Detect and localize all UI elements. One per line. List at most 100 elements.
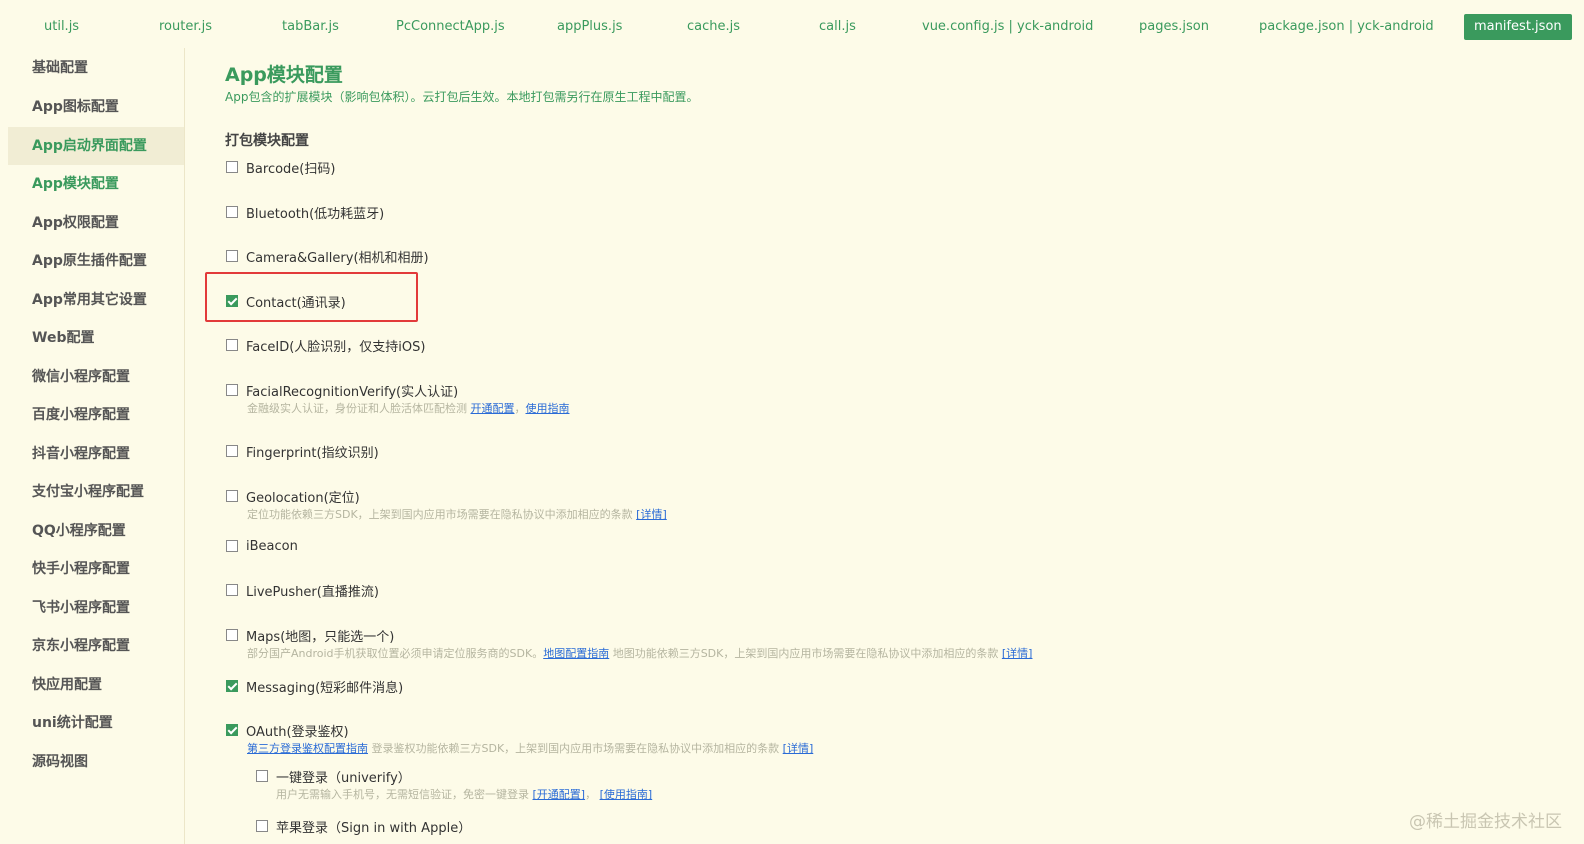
module-univerify[interactable]: 一键登录（univerify）	[256, 766, 411, 786]
module-sign-in-with-apple[interactable]: 苹果登录（Sign in with Apple）	[256, 816, 471, 836]
link-details[interactable]: [详情]	[636, 508, 667, 521]
sidebar-item-uni-stat[interactable]: uni统计配置	[8, 704, 184, 742]
checkbox-checked[interactable]	[226, 724, 238, 736]
sidebar-item-app-other-settings[interactable]: App常用其它设置	[8, 281, 184, 319]
link-activate-config[interactable]: [开通配置]	[533, 788, 586, 801]
sidebar-item-jd-mp[interactable]: 京东小程序配置	[8, 627, 184, 665]
sidebar-item-quickapp[interactable]: 快应用配置	[8, 666, 184, 704]
module-label: Geolocation(定位)	[246, 490, 360, 506]
checkbox[interactable]	[226, 161, 238, 173]
desc-text: 定位功能依赖三方SDK，上架到国内应用市场需要在隐私协议中添加相应的条款	[247, 508, 637, 521]
module-description: 定位功能依赖三方SDK，上架到国内应用市场需要在隐私协议中添加相应的条款 [详情…	[247, 506, 667, 522]
module-maps[interactable]: Maps(地图，只能选一个)	[226, 625, 394, 645]
tab-package-json[interactable]: package.json | yck-android	[1259, 14, 1434, 40]
module-label: Maps(地图，只能选一个)	[246, 629, 395, 645]
sidebar-item-app-modules[interactable]: App模块配置	[8, 165, 184, 203]
watermark: @稀土掘金技术社区	[1409, 812, 1562, 832]
desc-text: 用户无需输入手机号，无需短信验证，免密一键登录	[276, 788, 533, 801]
sidebar-item-basic[interactable]: 基础配置	[8, 49, 184, 87]
module-barcode[interactable]: Barcode(扫码)	[226, 157, 335, 177]
sidebar-item-qq-mp[interactable]: QQ小程序配置	[8, 512, 184, 550]
tab-pcconnectapp-js[interactable]: PcConnectApp.js	[396, 14, 505, 40]
module-label: iBeacon	[246, 538, 298, 554]
sidebar-item-baidu-mp[interactable]: 百度小程序配置	[8, 396, 184, 434]
tab-cache-js[interactable]: cache.js	[687, 14, 740, 40]
sidebar-item-source-view[interactable]: 源码视图	[8, 743, 184, 781]
editor-tab-bar: util.js router.js tabBar.js PcConnectApp…	[0, 0, 1584, 52]
module-faceid[interactable]: FaceID(人脸识别，仅支持iOS)	[226, 335, 425, 355]
checkbox[interactable]	[226, 339, 238, 351]
module-label: Barcode(扫码)	[246, 161, 336, 177]
checkbox[interactable]	[226, 540, 238, 552]
page-subtitle: App包含的扩展模块（影响包体积）。云打包后生效。本地打包需另行在原生工程中配置…	[225, 90, 699, 104]
sidebar-item-app-native-plugins[interactable]: App原生插件配置	[8, 242, 184, 280]
sidebar-item-alipay-mp[interactable]: 支付宝小程序配置	[8, 473, 184, 511]
checkbox[interactable]	[226, 206, 238, 218]
module-label: Camera&Gallery(相机和相册)	[246, 250, 429, 266]
desc-separator: ，	[514, 402, 526, 415]
link-oauth-config-guide[interactable]: 第三方登录鉴权配置指南	[247, 742, 368, 755]
module-label: 一键登录（univerify）	[276, 770, 411, 786]
section-title: 打包模块配置	[225, 133, 309, 149]
desc-separator: ，	[585, 788, 600, 801]
module-camera-gallery[interactable]: Camera&Gallery(相机和相册)	[226, 246, 429, 266]
sidebar-item-app-permissions[interactable]: App权限配置	[8, 204, 184, 242]
module-label: 苹果登录（Sign in with Apple）	[276, 820, 472, 836]
page-title: App模块配置	[225, 64, 343, 86]
tab-util-js[interactable]: util.js	[44, 14, 79, 40]
link-usage-guide[interactable]: 使用指南	[526, 402, 570, 415]
sidebar-item-kuaishou-mp[interactable]: 快手小程序配置	[8, 550, 184, 588]
module-label: FacialRecognitionVerify(实人认证)	[246, 384, 459, 400]
checkbox[interactable]	[226, 445, 238, 457]
link-details[interactable]: [详情]	[1002, 647, 1033, 660]
desc-text: 部分国产Android手机获取位置必须申请定位服务商的SDK。	[247, 647, 544, 660]
module-description: 金融级实人认证，身份证和人脸活体匹配检测 开通配置，使用指南	[247, 400, 570, 416]
module-label: Bluetooth(低功耗蓝牙)	[246, 206, 385, 222]
sidebar-item-feishu-mp[interactable]: 飞书小程序配置	[8, 589, 184, 627]
settings-sidebar: 基础配置 App图标配置 App启动界面配置 App模块配置 App权限配置 A…	[8, 48, 184, 844]
desc-text: 金融级实人认证，身份证和人脸活体匹配检测	[247, 402, 471, 415]
sidebar-item-web[interactable]: Web配置	[8, 319, 184, 357]
module-messaging[interactable]: Messaging(短彩邮件消息)	[226, 676, 403, 696]
module-label: LivePusher(直播推流)	[246, 584, 379, 600]
tab-tabbar-js[interactable]: tabBar.js	[282, 14, 339, 40]
tab-call-js[interactable]: call.js	[819, 14, 856, 40]
module-description: 部分国产Android手机获取位置必须申请定位服务商的SDK。地图配置指南 地图…	[247, 645, 1032, 661]
desc-text: 地图功能依赖三方SDK，上架到国内应用市场需要在隐私协议中添加相应的条款	[609, 647, 1002, 660]
checkbox[interactable]	[256, 820, 268, 832]
module-label: Messaging(短彩邮件消息)	[246, 680, 404, 696]
tab-vue-config-js[interactable]: vue.config.js | yck-android	[922, 14, 1093, 40]
sidebar-item-wechat-mp[interactable]: 微信小程序配置	[8, 358, 184, 396]
link-map-config-guide[interactable]: 地图配置指南	[543, 647, 609, 660]
tab-appplus-js[interactable]: appPlus.js	[557, 14, 622, 40]
tab-manifest-json[interactable]: manifest.json	[1464, 14, 1572, 40]
link-usage-guide[interactable]: [使用指南]	[600, 788, 653, 801]
checkbox[interactable]	[256, 770, 268, 782]
tab-pages-json[interactable]: pages.json	[1139, 14, 1209, 40]
module-facial-recognition[interactable]: FacialRecognitionVerify(实人认证)	[226, 380, 458, 400]
link-activate-config[interactable]: 开通配置	[471, 402, 515, 415]
checkbox-checked[interactable]	[226, 680, 238, 692]
desc-text: 登录鉴权功能依赖三方SDK，上架到国内应用市场需要在隐私协议中添加相应的条款	[368, 742, 783, 755]
checkbox[interactable]	[226, 490, 238, 502]
module-oauth[interactable]: OAuth(登录鉴权)	[226, 720, 349, 740]
checkbox[interactable]	[226, 384, 238, 396]
module-label: Fingerprint(指纹识别)	[246, 445, 379, 461]
module-livepusher[interactable]: LivePusher(直播推流)	[226, 580, 379, 600]
module-ibeacon[interactable]: iBeacon	[226, 536, 298, 556]
sidebar-divider	[184, 48, 185, 844]
checkbox[interactable]	[226, 584, 238, 596]
module-description: 第三方登录鉴权配置指南 登录鉴权功能依赖三方SDK，上架到国内应用市场需要在隐私…	[247, 740, 813, 756]
link-details[interactable]: [详情]	[783, 742, 814, 755]
module-description: 用户无需输入手机号，无需短信验证，免密一键登录 [开通配置]， [使用指南]	[276, 786, 652, 802]
module-fingerprint[interactable]: Fingerprint(指纹识别)	[226, 441, 379, 461]
sidebar-item-app-icon[interactable]: App图标配置	[8, 88, 184, 126]
tab-router-js[interactable]: router.js	[159, 14, 212, 40]
sidebar-item-douyin-mp[interactable]: 抖音小程序配置	[8, 435, 184, 473]
checkbox[interactable]	[226, 250, 238, 262]
module-bluetooth[interactable]: Bluetooth(低功耗蓝牙)	[226, 202, 384, 222]
sidebar-item-app-splash[interactable]: App启动界面配置	[8, 127, 184, 165]
checkbox[interactable]	[226, 629, 238, 641]
module-label: OAuth(登录鉴权)	[246, 724, 349, 740]
module-geolocation[interactable]: Geolocation(定位)	[226, 486, 360, 506]
